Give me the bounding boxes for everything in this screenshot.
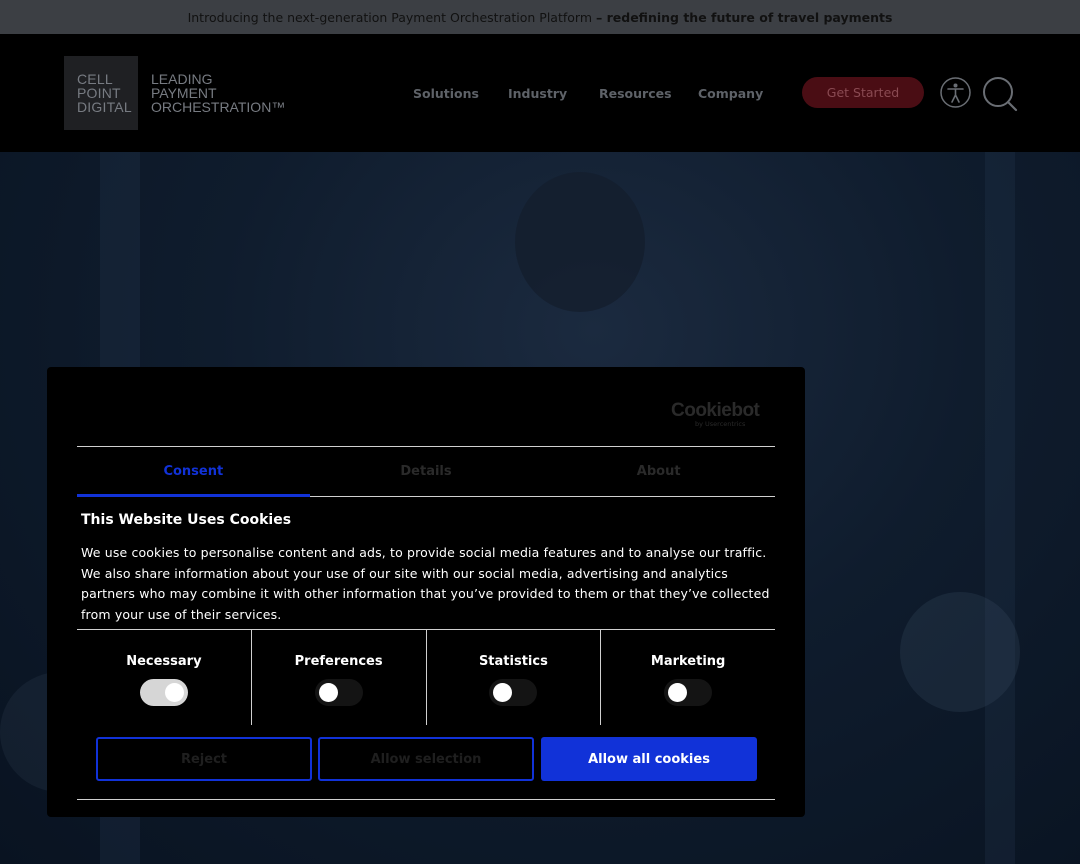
cookiebot-wordmark: Cookiebot [671, 400, 760, 421]
nav-company[interactable]: Company [698, 86, 763, 101]
category-label: Marketing [650, 654, 726, 669]
allow-selection-button[interactable]: Allow selection [318, 737, 534, 781]
statistics-toggle[interactable] [489, 679, 538, 706]
cookie-tabs: Consent Details About [77, 446, 775, 497]
nav-solutions[interactable]: Solutions [413, 86, 479, 101]
cookie-dialog-body: We use cookies to personalise content an… [81, 545, 770, 622]
category-label: Necessary [126, 654, 202, 669]
marketing-toggle[interactable] [664, 679, 713, 706]
nav-resources[interactable]: Resources [599, 86, 672, 101]
toggle-knob [493, 683, 513, 702]
logo-line: CELL [77, 71, 113, 87]
announcement-text: Introducing the next-generation Payment … [187, 9, 593, 25]
nav-industry[interactable]: Industry [508, 86, 567, 101]
search-icon[interactable] [982, 76, 1018, 112]
reject-button[interactable]: Reject [96, 737, 312, 781]
cookiebot-logo: Cookiebot by Usercentrics [671, 401, 761, 429]
cookie-categories: Necessary Preferences Statistics Marketi… [77, 629, 775, 725]
hero-figure-shape [515, 172, 645, 312]
cookiebot-byline: by Usercentrics [695, 420, 746, 428]
tab-about[interactable]: About [542, 447, 775, 496]
announcement-emphasis[interactable]: – redefining the future of travel paymen… [596, 10, 892, 25]
allow-all-cookies-button[interactable]: Allow all cookies [541, 737, 757, 781]
category-label: Statistics [478, 654, 548, 669]
tagline-line: ORCHESTRATION™ [151, 99, 286, 115]
tagline-line: LEADING [151, 71, 213, 87]
category-necessary: Necessary [77, 630, 251, 725]
get-started-button[interactable]: Get Started [802, 77, 924, 108]
cookie-consent-dialog: Cookiebot by Usercentrics Consent Detail… [47, 367, 805, 817]
hero-light-streak [985, 152, 1015, 864]
category-statistics: Statistics [425, 630, 601, 725]
tagline-line: PAYMENT [151, 85, 217, 101]
hero-glow [900, 592, 1020, 712]
necessary-toggle[interactable] [139, 679, 188, 706]
dialog-divider [77, 799, 775, 800]
toggle-knob [318, 683, 338, 702]
category-label: Preferences [294, 654, 383, 669]
tab-details[interactable]: Details [310, 447, 543, 496]
site-header: CELL POINT DIGITAL LEADING PAYMENT ORCHE… [0, 34, 1080, 152]
cookie-dialog-title: This Website Uses Cookies [81, 512, 292, 528]
accessibility-icon[interactable] [940, 77, 971, 108]
logo-tagline[interactable]: LEADING PAYMENT ORCHESTRATION™ [151, 72, 285, 114]
logo-line: DIGITAL [77, 99, 132, 115]
logo[interactable]: CELL POINT DIGITAL [64, 56, 138, 130]
toggle-knob [164, 683, 184, 702]
logo-line: POINT [77, 85, 121, 101]
preferences-toggle[interactable] [314, 679, 363, 706]
toggle-knob [668, 683, 688, 702]
category-preferences: Preferences [250, 630, 426, 725]
category-marketing: Marketing [600, 630, 775, 725]
announcement-bar: Introducing the next-generation Payment … [0, 0, 1080, 34]
tab-consent[interactable]: Consent [77, 447, 310, 497]
